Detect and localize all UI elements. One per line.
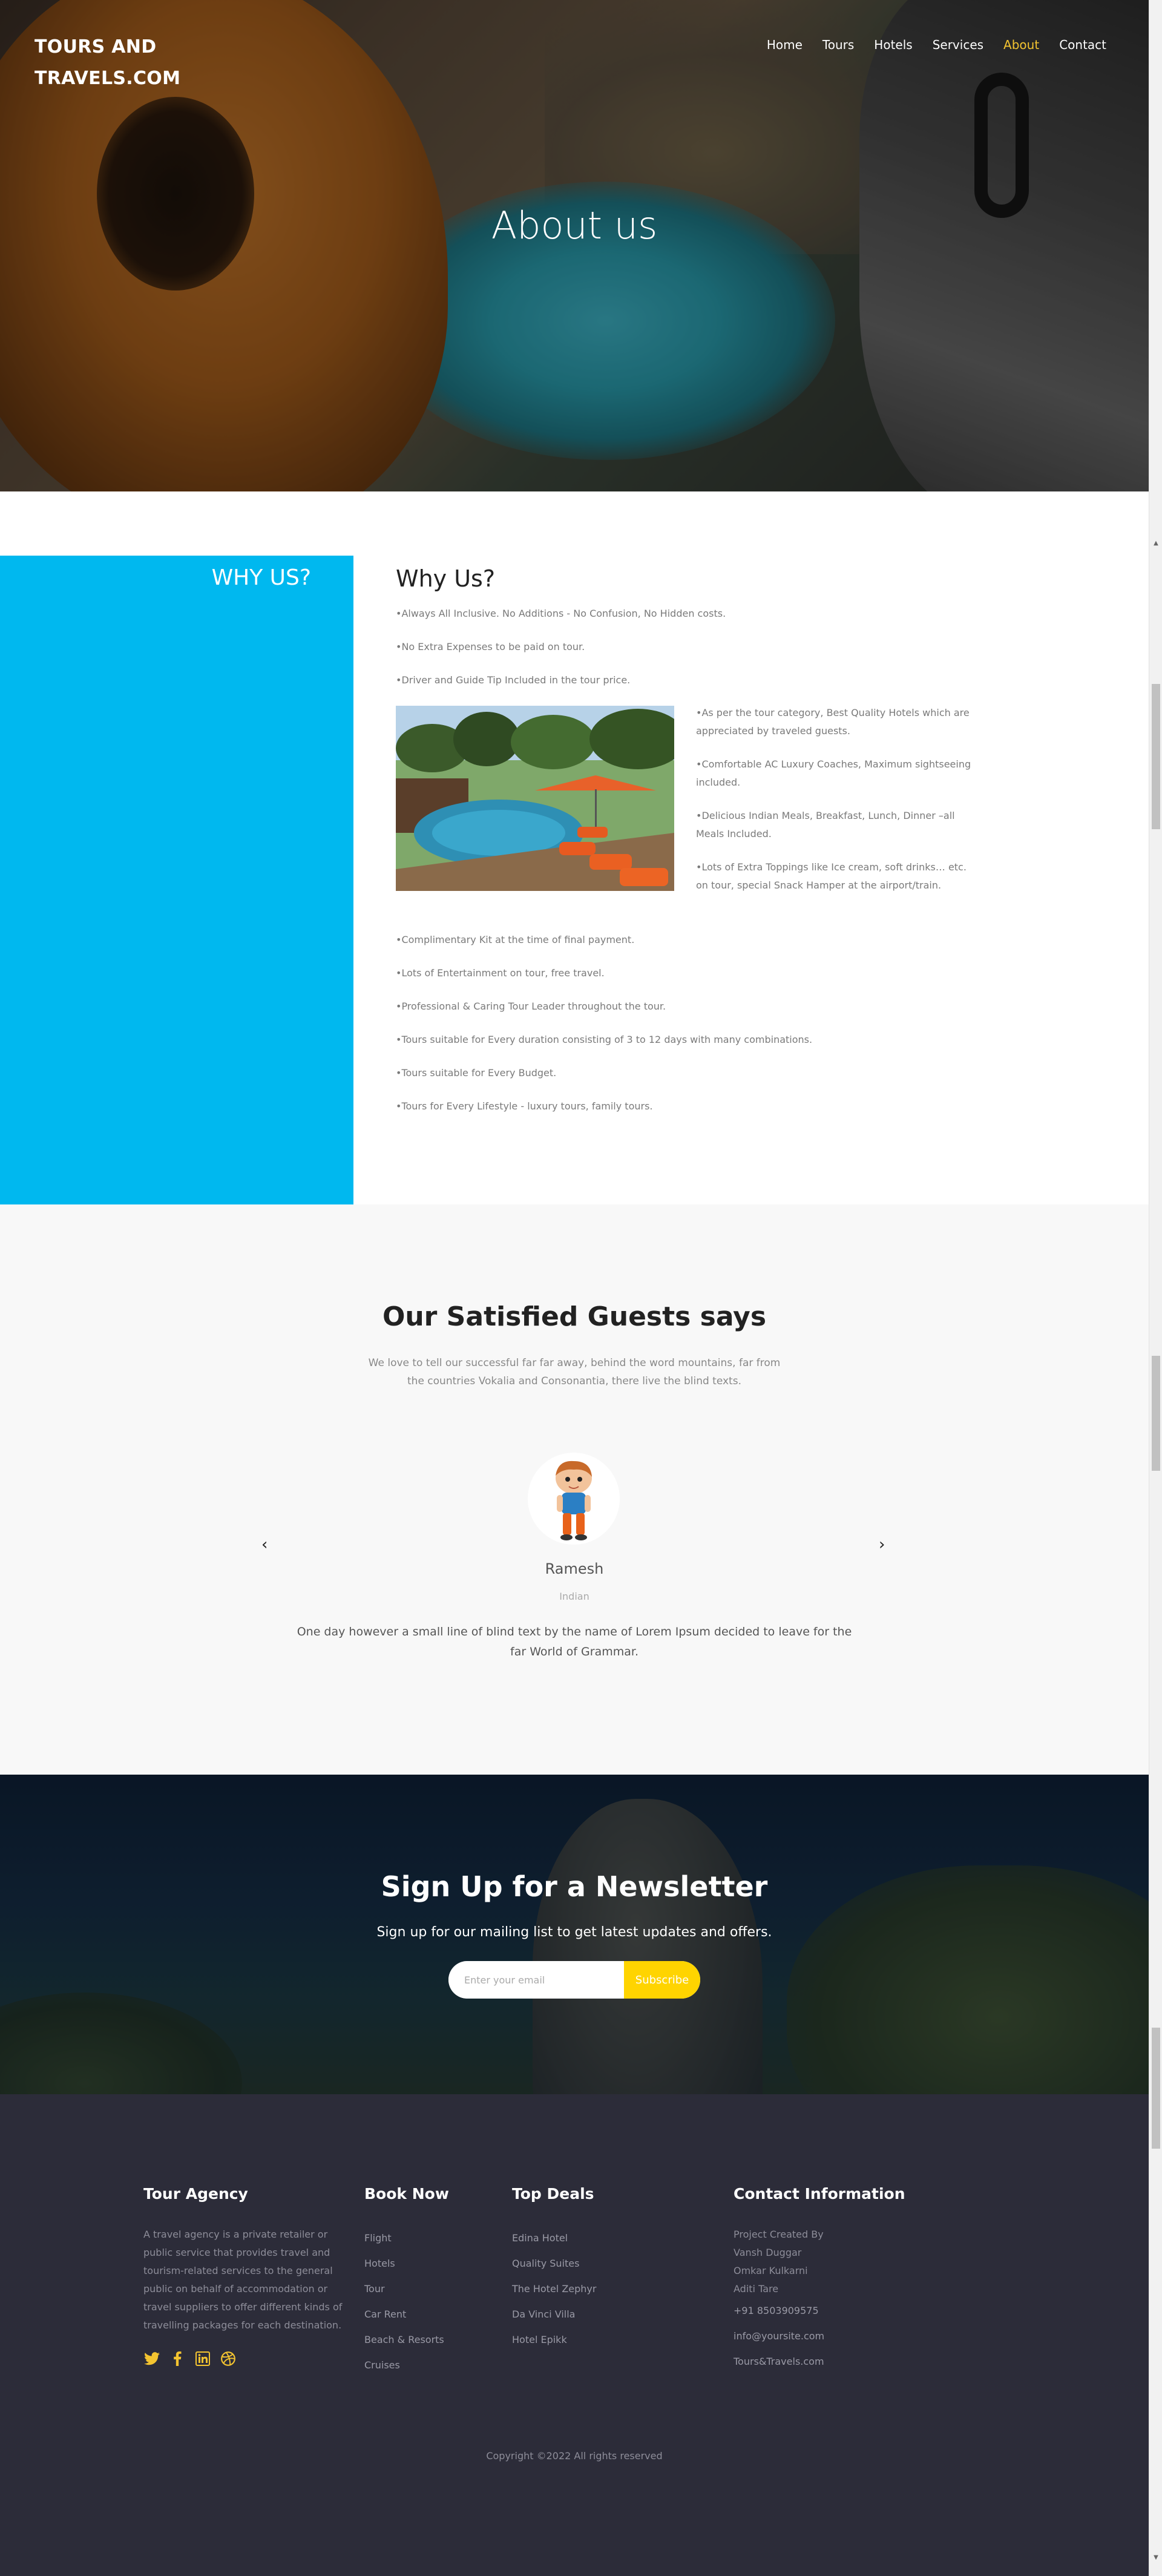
list-item: •Lots of Extra Toppings like Ice cream, … bbox=[696, 861, 967, 891]
nav-tours[interactable]: Tours bbox=[822, 38, 854, 52]
newsletter-form: Subscribe bbox=[448, 1961, 700, 1999]
list-item: •Complimentary Kit at the time of final … bbox=[396, 934, 635, 945]
subscribe-button[interactable]: Subscribe bbox=[624, 1961, 700, 1999]
footer-agency-text: A travel agency is a private retailer or… bbox=[143, 2229, 343, 2331]
footer-link[interactable]: Car Rent bbox=[364, 2302, 485, 2327]
nav-home[interactable]: Home bbox=[767, 38, 803, 52]
nav-about[interactable]: About bbox=[1003, 38, 1039, 52]
hero-title: About us bbox=[491, 203, 658, 248]
footer-link[interactable]: Tour bbox=[364, 2276, 485, 2302]
nav-contact[interactable]: Contact bbox=[1059, 38, 1106, 52]
dribbble-icon[interactable] bbox=[220, 2350, 237, 2367]
newsletter-email-input[interactable] bbox=[448, 1961, 624, 1999]
footer-book-column: Book Now Flight Hotels Tour Car Rent Bea… bbox=[364, 2185, 485, 2378]
contact-phone[interactable]: +91 8503909575 bbox=[734, 2298, 951, 2324]
why-us-sidebar: WHY US? bbox=[0, 556, 353, 1204]
resort-pool-image bbox=[396, 706, 674, 891]
credit-line: Project Created By bbox=[734, 2229, 824, 2240]
social-links bbox=[143, 2350, 343, 2367]
carousel-prev-button[interactable]: ‹ bbox=[261, 1536, 268, 1554]
scroll-thumb[interactable] bbox=[1152, 2028, 1160, 2149]
footer-agency-title: Tour Agency bbox=[143, 2185, 248, 2203]
credit-line: Vansh Duggar bbox=[734, 2247, 802, 2258]
footer-link[interactable]: Flight bbox=[364, 2226, 485, 2251]
scroll-up-icon[interactable]: ▲ bbox=[1149, 540, 1162, 550]
footer-deals-column: Top Deals Edina Hotel Quality Suites The… bbox=[512, 2185, 681, 2353]
newsletter-subtitle: Sign up for our mailing list to get late… bbox=[376, 1925, 772, 1940]
nav-hotels[interactable]: Hotels bbox=[874, 38, 912, 52]
list-item: •Tours for Every Lifestyle - luxury tour… bbox=[396, 1100, 653, 1112]
twitter-icon[interactable] bbox=[143, 2350, 160, 2367]
copyright-text: Copyright ©2022 All rights reserved bbox=[486, 2450, 663, 2462]
footer-credits: Project Created By Vansh Duggar Omkar Ku… bbox=[734, 2226, 951, 2298]
list-item: •No Extra Expenses to be paid on tour. bbox=[396, 641, 585, 652]
main-nav: Home Tours Hotels Services About Contact bbox=[767, 38, 1106, 52]
guest-origin: Indian bbox=[559, 1591, 589, 1602]
list-item: •Driver and Guide Tip Included in the to… bbox=[396, 674, 631, 686]
footer-link[interactable]: Da Vinci Villa bbox=[512, 2302, 681, 2327]
scroll-down-icon[interactable]: ▼ bbox=[1149, 2554, 1162, 2564]
footer-link[interactable]: Hotel Epikk bbox=[512, 2327, 681, 2353]
credit-line: Omkar Kulkarni bbox=[734, 2265, 808, 2276]
newsletter-title: Sign Up for a Newsletter bbox=[381, 1870, 768, 1903]
footer-link[interactable]: Cruises bbox=[364, 2353, 485, 2378]
list-item: •Professional & Caring Tour Leader throu… bbox=[396, 1000, 666, 1012]
footer-link[interactable]: Beach & Resorts bbox=[364, 2327, 485, 2353]
list-item: •Tours suitable for Every Budget. bbox=[396, 1067, 557, 1079]
linkedin-icon[interactable] bbox=[194, 2350, 211, 2367]
why-us-title: Why Us? bbox=[396, 565, 496, 592]
testimonial-title: Our Satisfied Guests says bbox=[382, 1301, 767, 1332]
list-item: •As per the tour category, Best Quality … bbox=[696, 707, 970, 737]
credit-line: Aditi Tare bbox=[734, 2283, 779, 2295]
carousel-next-button[interactable]: › bbox=[879, 1536, 885, 1554]
scroll-thumb[interactable] bbox=[1152, 684, 1160, 829]
footer-agency-column: Tour Agency A travel agency is a private… bbox=[143, 2185, 343, 2367]
footer-book-links: Flight Hotels Tour Car Rent Beach & Reso… bbox=[364, 2226, 485, 2378]
why-us-list-top: •Always All Inclusive. No Additions - No… bbox=[396, 605, 726, 705]
footer-contact-title: Contact Information bbox=[734, 2185, 905, 2203]
list-item: •Always All Inclusive. No Additions - No… bbox=[396, 608, 726, 619]
list-item: •Delicious Indian Meals, Breakfast, Lunc… bbox=[696, 810, 955, 840]
facebook-icon[interactable] bbox=[169, 2350, 186, 2367]
footer-contact-column: Contact Information Project Created By V… bbox=[734, 2185, 951, 2374]
guest-avatar bbox=[528, 1453, 620, 1545]
site-brand[interactable]: TOURS AND TRAVELS.COM bbox=[34, 31, 192, 94]
footer-deals-title: Top Deals bbox=[512, 2185, 594, 2203]
footer-book-title: Book Now bbox=[364, 2185, 449, 2203]
nav-services[interactable]: Services bbox=[933, 38, 983, 52]
footer-link[interactable]: The Hotel Zephyr bbox=[512, 2276, 681, 2302]
why-us-section: Why Us? bbox=[396, 556, 1001, 592]
why-us-side-title: WHY US? bbox=[211, 565, 311, 590]
footer-link[interactable]: Quality Suites bbox=[512, 2251, 681, 2276]
why-us-list-bottom: •Complimentary Kit at the time of final … bbox=[396, 931, 812, 1131]
guest-quote: One day however a small line of blind te… bbox=[297, 1625, 852, 1658]
contact-email[interactable]: info@yoursite.com bbox=[734, 2324, 951, 2349]
footer-link[interactable]: Edina Hotel bbox=[512, 2226, 681, 2251]
testimonial-subtitle: We love to tell our successful far far a… bbox=[368, 1357, 781, 1387]
footer-link[interactable]: Hotels bbox=[364, 2251, 485, 2276]
page-scrollbar[interactable]: ▲ ▼ bbox=[1149, 0, 1162, 2576]
scroll-thumb[interactable] bbox=[1152, 1356, 1160, 1471]
guest-name: Ramesh bbox=[545, 1560, 604, 1577]
why-us-list-side: •As per the tour category, Best Quality … bbox=[696, 704, 980, 910]
list-item: •Tours suitable for Every duration consi… bbox=[396, 1034, 813, 1045]
contact-website[interactable]: Tours&Travels.com bbox=[734, 2349, 951, 2374]
list-item: •Comfortable AC Luxury Coaches, Maximum … bbox=[696, 758, 971, 788]
list-item: •Lots of Entertainment on tour, free tra… bbox=[396, 967, 605, 979]
footer-deals-links: Edina Hotel Quality Suites The Hotel Zep… bbox=[512, 2226, 681, 2353]
